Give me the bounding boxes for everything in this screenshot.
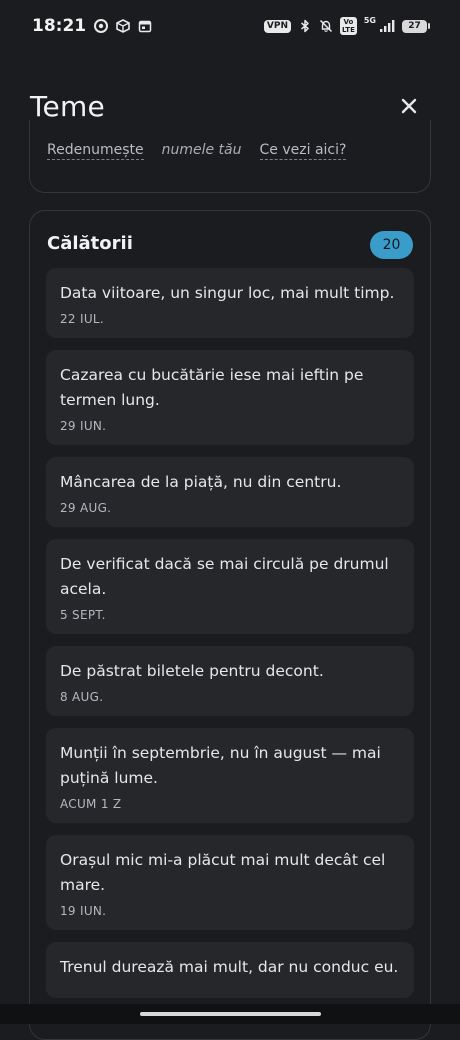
item-text: Orașul mic mi-a plăcut mai mult decât ce…	[60, 851, 386, 894]
signal-icon	[380, 20, 395, 32]
network-type: 5G	[363, 15, 376, 25]
list-item[interactable]: Cazarea cu bucătărie iese mai ieftin pe …	[46, 350, 414, 445]
calendar-icon	[138, 20, 152, 33]
item-date: 29 IUN.	[60, 419, 107, 433]
theme-name-actions: Redenumește numele tău Ce vezi aici?	[47, 142, 347, 160]
battery-cap	[428, 23, 430, 29]
notes-list: Data viitoare, un singur loc, mai mult t…	[46, 268, 414, 998]
name-placeholder[interactable]: numele tău	[162, 142, 242, 158]
battery-indicator: 27	[402, 19, 430, 33]
battery-level: 27	[402, 19, 427, 33]
status-left: 18:21	[32, 16, 152, 36]
page-title: Teme	[30, 89, 105, 123]
item-date: 5 SEPT.	[60, 608, 106, 622]
theme-name-card: Redenumește numele tău Ce vezi aici?	[29, 120, 431, 193]
home-indicator[interactable]	[140, 1012, 321, 1016]
vpn-badge: VPN	[263, 19, 291, 33]
item-text: Mâncarea de la piață, nu din centru.	[60, 473, 342, 491]
list-item[interactable]: Munții în septembrie, nu în august — mai…	[46, 728, 414, 823]
list-item[interactable]: De păstrat biletele pentru decont. 8 AUG…	[46, 646, 414, 716]
item-text: Trenul durează mai mult, dar nu conduc e…	[60, 958, 399, 976]
item-text: De verificat dacă se mai circulă pe drum…	[60, 555, 389, 598]
item-date: 19 IUN.	[60, 904, 107, 918]
info-link[interactable]: Ce vezi aici?	[259, 142, 347, 160]
status-right: VPN Vo LTE 5G 27	[263, 15, 430, 35]
cube-icon	[116, 19, 130, 33]
status-bar: 18:21 VPN Vo LTE 5G 27	[0, 0, 460, 52]
list-item[interactable]: Mâncarea de la piață, nu din centru. 29 …	[46, 457, 414, 527]
list-item[interactable]: Data viitoare, un singur loc, mai mult t…	[46, 268, 414, 338]
item-date: 22 IUL.	[60, 312, 105, 326]
list-item[interactable]: Orașul mic mi-a plăcut mai mult decât ce…	[46, 835, 414, 930]
bluetooth-icon	[301, 19, 309, 33]
item-text: De păstrat biletele pentru decont.	[60, 662, 324, 680]
item-text: Cazarea cu bucătărie iese mai ieftin pe …	[60, 366, 364, 409]
theme-group-card: Călătorii 20 Data viitoare, un singur lo…	[29, 210, 431, 1040]
muted-bell-icon	[319, 19, 333, 33]
item-text: Data viitoare, un singur loc, mai mult t…	[60, 284, 395, 302]
list-item[interactable]: Trenul durează mai mult, dar nu conduc e…	[46, 942, 414, 998]
count-badge: 20	[370, 231, 413, 259]
item-date: 8 AUG.	[60, 690, 104, 704]
group-title: Călătorii	[47, 233, 133, 254]
item-text: Munții în septembrie, nu în august — mai…	[60, 744, 381, 787]
navigation-bar	[0, 1004, 460, 1024]
chrome-icon	[94, 19, 109, 33]
rename-link[interactable]: Redenumește	[47, 142, 144, 160]
status-time: 18:21	[32, 16, 87, 36]
item-date: 29 AUG.	[60, 501, 112, 515]
item-date: ACUM 1 Z	[60, 797, 122, 811]
close-icon[interactable]	[398, 95, 420, 117]
volte-badge: Vo LTE	[340, 17, 357, 35]
list-item[interactable]: De verificat dacă se mai circulă pe drum…	[46, 539, 414, 634]
